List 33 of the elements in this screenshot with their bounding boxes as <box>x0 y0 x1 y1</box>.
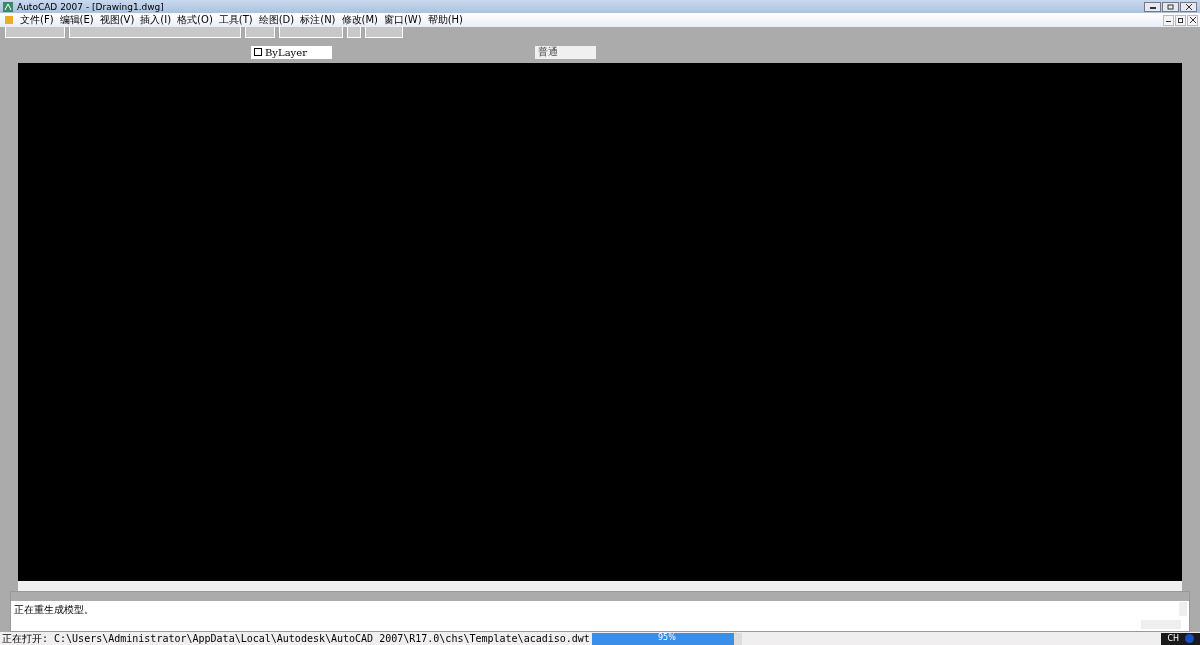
minimize-button[interactable] <box>1163 14 1174 26</box>
menu-item[interactable]: 文件(F) <box>20 13 54 27</box>
app-icon <box>3 1 13 12</box>
menu-item[interactable]: 窗口(W) <box>383 13 422 27</box>
menu-item[interactable]: 插入(I) <box>140 13 172 27</box>
toolbar <box>279 27 343 38</box>
close-icon <box>1189 17 1196 23</box>
help-icon[interactable] <box>1185 634 1194 643</box>
toolbar <box>365 27 403 38</box>
menu-item[interactable]: 帮助(H) <box>427 13 463 27</box>
close-icon <box>1184 3 1193 10</box>
vertical-scrollbar[interactable] <box>1179 602 1187 616</box>
menu-item[interactable]: 编辑(E) <box>59 13 94 27</box>
toolbar <box>5 27 65 38</box>
close-button[interactable] <box>1187 14 1198 26</box>
restore-button[interactable] <box>1175 14 1186 26</box>
menu-item[interactable]: 修改(M) <box>341 13 378 27</box>
progress-label: 95% <box>657 632 677 642</box>
plot-style-dropdown[interactable]: 普通 <box>535 45 596 59</box>
toolbar <box>347 27 361 38</box>
status-text: 正在打开: C:\Users\Administrator\AppData\Local\Autodesk\AutoCAD 2007\R17.0\chs\Template\acadiso.dwt <box>1 632 590 645</box>
menu-item[interactable]: 工具(T) <box>218 13 253 27</box>
menu-item[interactable]: 绘图(D) <box>258 13 295 27</box>
document-icon <box>4 15 14 25</box>
minimize-button[interactable] <box>1144 1 1161 12</box>
menu-item[interactable]: 标注(N) <box>300 13 336 27</box>
menu-item[interactable]: 视图(V) <box>99 13 135 27</box>
window-title: AutoCAD 2007 - [Drawing1.dwg] <box>17 1 164 12</box>
menu-item[interactable]: 格式(O) <box>177 13 213 27</box>
color-dropdown[interactable]: ByLayer <box>251 45 332 59</box>
close-button[interactable] <box>1180 1 1197 12</box>
toolbar <box>245 27 275 38</box>
command-history: 正在重生成模型。 <box>13 603 95 617</box>
